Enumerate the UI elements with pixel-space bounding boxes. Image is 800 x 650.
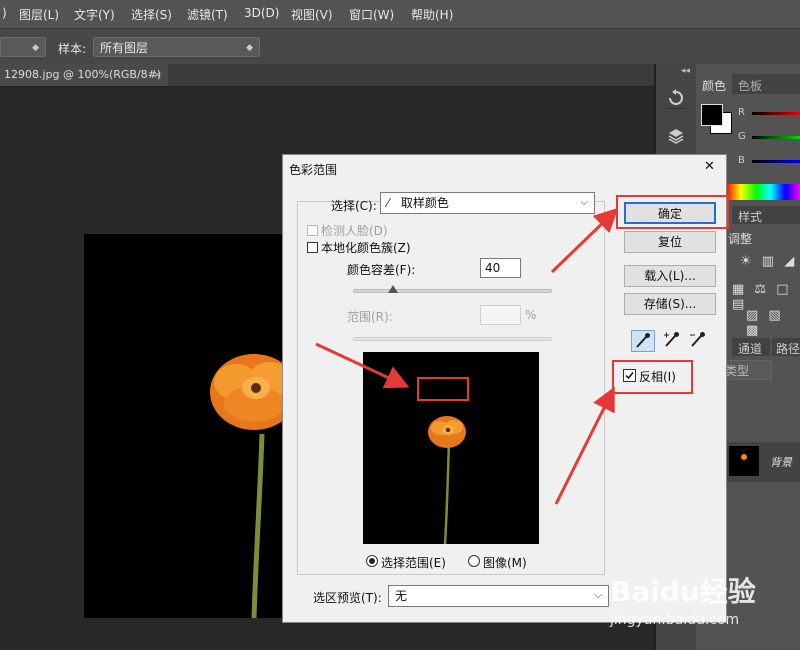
arrow-to-invert xyxy=(554,386,615,505)
watermark: Baidu经验 jingyan.baidu.com xyxy=(610,570,756,628)
annotation-arrows xyxy=(315,207,619,505)
arrow-to-ok xyxy=(550,207,619,274)
arrow-to-preview xyxy=(315,342,410,389)
watermark-url: jingyan.baidu.com xyxy=(610,612,740,628)
baidu-logo: Baidu经验 xyxy=(610,575,756,608)
